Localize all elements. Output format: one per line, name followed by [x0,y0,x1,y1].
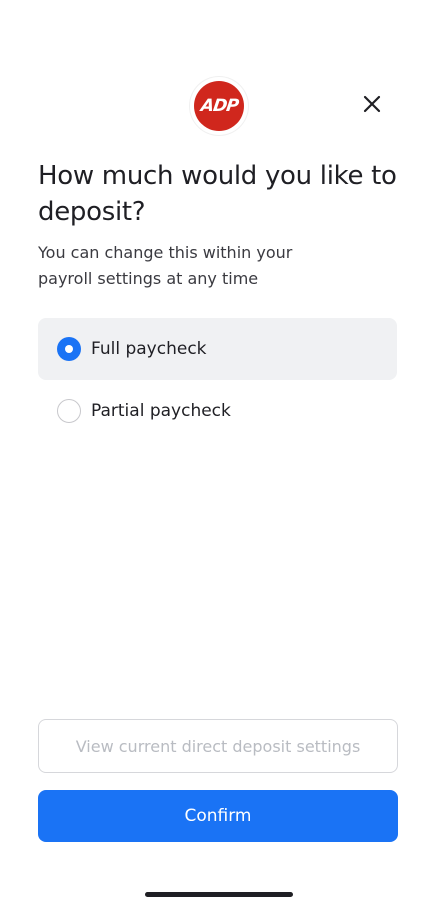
page-title: How much would you like to deposit? [38,161,397,227]
radio-unselected-icon[interactable] [57,399,81,423]
page-subtitle: You can change this within your payroll … [38,243,293,288]
option-full-paycheck[interactable]: Full paycheck [38,318,397,380]
adp-logo-text: ADP [199,96,239,116]
option-partial-paycheck[interactable]: Partial paycheck [38,380,397,442]
view-deposit-settings-button[interactable]: View current direct deposit settings [38,719,398,773]
radio-dot [65,345,73,353]
close-button[interactable] [356,88,388,120]
adp-logo-badge: ADP [194,81,244,131]
adp-logo: ADP [190,77,248,135]
option-label-partial-paycheck: Partial paycheck [91,401,231,421]
confirm-button[interactable]: Confirm [38,790,398,842]
radio-selected-icon[interactable] [57,337,81,361]
close-icon [363,95,381,113]
option-label-full-paycheck: Full paycheck [91,339,207,359]
home-indicator [145,892,293,897]
